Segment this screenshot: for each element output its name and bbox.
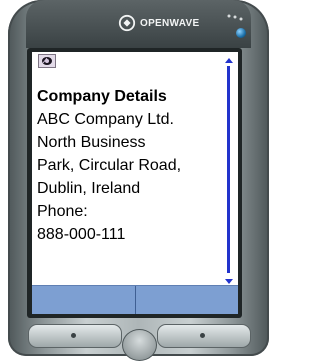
card-content: Company Details ABC Company Ltd. North B… [32, 76, 222, 286]
phone-number: 888-000-111 [37, 226, 126, 243]
page-title: Company Details [37, 88, 167, 105]
address-line: Dublin, Ireland [37, 180, 141, 197]
scroll-down-arrow-icon[interactable] [225, 279, 233, 284]
openwave-logo-icon [118, 14, 136, 32]
address-line: North Business [37, 134, 146, 151]
nav-center-button[interactable] [122, 329, 157, 361]
address-line: Park, Circular Road, [37, 157, 182, 174]
brand-name: OPENWAVE [140, 17, 200, 29]
dot-icon [200, 333, 205, 338]
left-soft-button[interactable] [28, 324, 122, 348]
softkey-bar [32, 285, 238, 314]
back-button[interactable] [38, 54, 56, 68]
left-softkey[interactable] [32, 286, 135, 314]
scroll-up-arrow-icon[interactable] [225, 58, 233, 63]
scrollbar[interactable] [224, 58, 234, 284]
phone-label: Phone: [37, 203, 88, 220]
status-led-icon [236, 28, 246, 38]
dot-icon [71, 333, 76, 338]
back-icon [42, 57, 52, 65]
phone-top-bezel: OPENWAVE [26, 0, 251, 48]
right-softkey[interactable] [134, 286, 239, 314]
scroll-thumb[interactable] [227, 66, 230, 273]
toolbar [32, 52, 238, 74]
right-soft-button[interactable] [157, 324, 251, 348]
phone-screen: Company Details ABC Company Ltd. North B… [32, 52, 238, 314]
brand-logo: OPENWAVE [118, 14, 199, 32]
phone-keypad-top [28, 320, 251, 361]
address-line: ABC Company Ltd. [37, 111, 174, 128]
indicator-dots-icon [227, 14, 243, 21]
phone-simulator: OPENWAVE Company Details ABC Company Ltd… [0, 0, 277, 361]
